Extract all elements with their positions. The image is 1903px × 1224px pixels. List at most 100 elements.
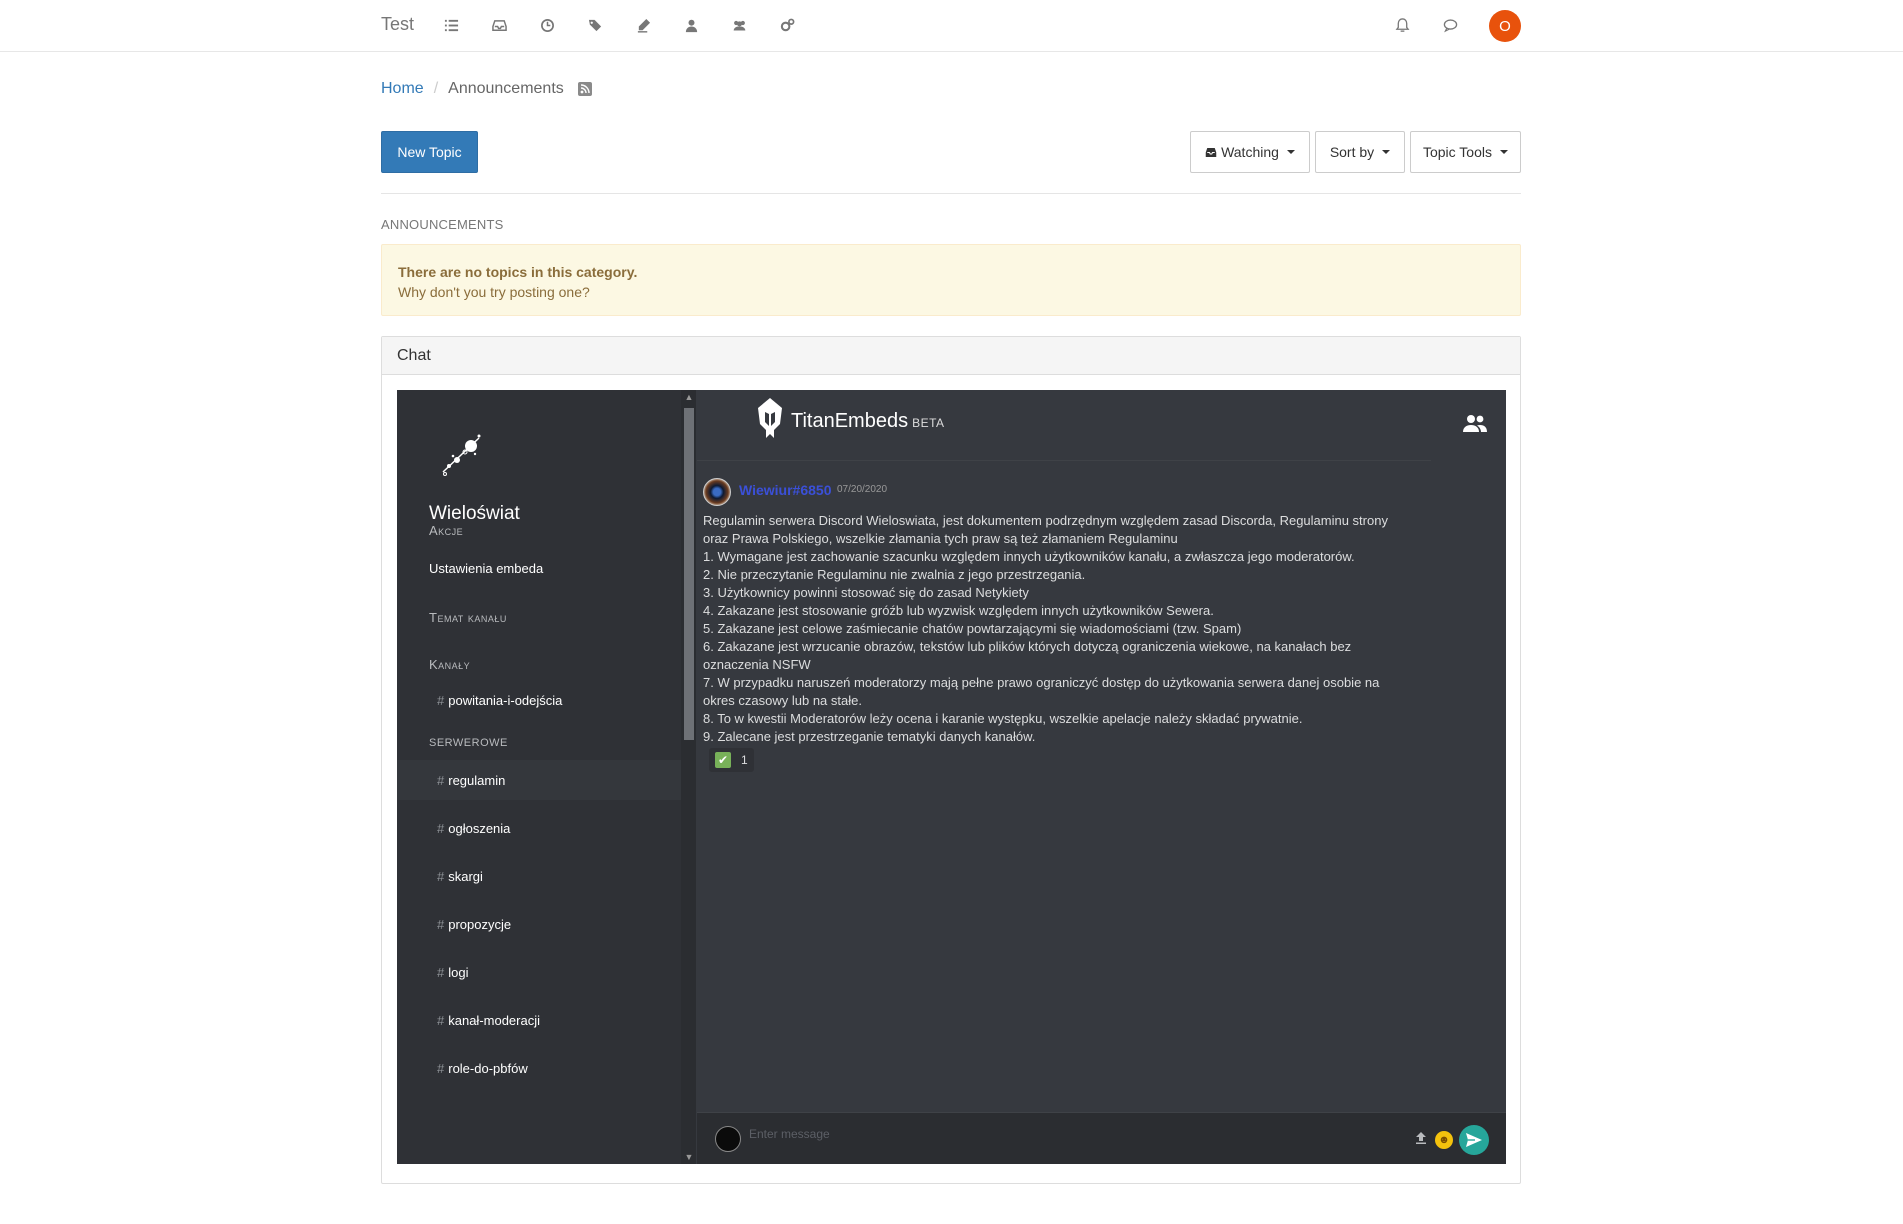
message-line: oraz Prawa Polskiego, wszelkie złamania …: [703, 531, 1178, 546]
channel-item-active[interactable]: # regulamin: [397, 760, 681, 800]
message-avatar[interactable]: [703, 478, 731, 506]
pencil-icon[interactable]: [634, 16, 652, 34]
user-icon[interactable]: [682, 16, 700, 34]
hash-icon: #: [437, 820, 445, 836]
breadcrumb-current: Announcements: [448, 80, 564, 97]
message-line: 7. W przypadku naruszeń moderatorzy mają…: [703, 675, 1380, 690]
caret-down-icon: [1286, 150, 1295, 154]
upload-icon[interactable]: [1414, 1131, 1428, 1145]
server-logo: [442, 434, 481, 476]
send-button[interactable]: [1459, 1125, 1489, 1155]
message-line: okres czasowy lub na stałe.: [703, 693, 862, 708]
channel-label: kanał-moderacji: [448, 1012, 540, 1028]
reaction-count: 1: [741, 753, 748, 767]
sort-by-label: Sort by: [1329, 144, 1375, 160]
members-icon[interactable]: [1463, 412, 1487, 434]
channel-label: regulamin: [448, 772, 506, 788]
message-line: 5. Zakazane jest celowe zaśmiecanie chat…: [703, 621, 1242, 636]
inbox-icon: [1205, 147, 1217, 157]
titan-embed-frame: Wieloświat Akcje Ustawienia embeda Temat…: [397, 390, 1506, 1164]
message-username[interactable]: Wiewiur#6850: [739, 482, 831, 498]
message-line: 4. Zakazane jest stosowanie gróźb lub wy…: [703, 603, 1214, 618]
scroll-down-icon[interactable]: ▼: [684, 1152, 694, 1162]
watching-label: Watching: [1221, 144, 1279, 160]
message-input[interactable]: [749, 1123, 1279, 1145]
channel-label: logi: [448, 964, 469, 980]
channel-label: powitania-i-odejścia: [448, 692, 563, 708]
scroll-up-icon[interactable]: ▲: [684, 392, 694, 402]
message-line: 9. Zalecane jest przestrzeganie tematyki…: [703, 729, 1036, 744]
inbox-icon[interactable]: [490, 16, 508, 34]
channel-topic-heading: Temat kanału: [429, 610, 507, 625]
new-topic-button[interactable]: New Topic: [381, 131, 478, 173]
watching-button[interactable]: Watching: [1190, 131, 1310, 173]
hash-icon: #: [437, 1012, 445, 1028]
gears-icon[interactable]: [778, 16, 796, 34]
message-line: 2. Nie przeczytanie Regulaminu nie zwaln…: [703, 567, 1086, 582]
send-icon: [1466, 1133, 1482, 1147]
titan-helmet-icon: [758, 398, 782, 438]
tags-icon[interactable]: [586, 16, 604, 34]
rss-icon[interactable]: [577, 82, 592, 96]
breadcrumb-separator: /: [433, 80, 439, 97]
channel-label: role-do-pbfów: [448, 1060, 528, 1076]
titan-brand: TitanEmbeds BETA: [791, 410, 945, 433]
scroll-thumb[interactable]: [684, 408, 694, 740]
actions-heading: Akcje: [429, 523, 464, 538]
topic-tools-button[interactable]: Topic Tools: [1410, 131, 1521, 173]
breadcrumb-home[interactable]: Home: [381, 80, 424, 98]
channel-item[interactable]: # role-do-pbfów: [397, 1048, 681, 1088]
chat-main-area: TitanEmbeds BETA Wiewiur#6850 07/20/2020 …: [697, 390, 1506, 1164]
category-heading: SERWEROWE: [429, 737, 508, 749]
hash-icon: #: [437, 772, 445, 788]
bell-icon[interactable]: [1393, 16, 1411, 34]
embed-settings-link[interactable]: Ustawienia embeda: [429, 561, 543, 576]
chat-panel-heading: Chat: [382, 337, 1520, 375]
emoji-icon[interactable]: ☻: [1435, 1131, 1453, 1149]
message-line: 3. Użytkownicy powinni stosować się do z…: [703, 585, 1029, 600]
hash-icon: #: [437, 868, 445, 884]
server-sidebar: Wieloświat Akcje Ustawienia embeda Temat…: [397, 390, 681, 1164]
message-composer: ☻: [697, 1112, 1506, 1164]
server-name: Wieloświat: [429, 503, 520, 524]
chat-icon[interactable]: [1441, 16, 1459, 34]
alert-text: Why don't you try posting one?: [398, 284, 590, 300]
channel-item[interactable]: # ogłoszenia: [397, 808, 681, 848]
channel-item[interactable]: # propozycje: [397, 904, 681, 944]
message-line: 6. Zakazane jest wrzucanie obrazów, teks…: [703, 639, 1352, 654]
titan-header: TitanEmbeds BETA: [697, 390, 1506, 460]
sort-by-button[interactable]: Sort by: [1315, 131, 1405, 173]
header-divider: [697, 460, 1431, 461]
hash-icon: #: [437, 916, 445, 932]
hash-icon: #: [437, 964, 445, 980]
message-line: 8. To w kwestii Moderatorów leży ocena i…: [703, 711, 1303, 726]
breadcrumb: Home / Announcements: [381, 80, 592, 98]
clock-icon[interactable]: [538, 16, 556, 34]
check-mark-icon: ✔: [715, 752, 731, 768]
channel-item[interactable]: # skargi: [397, 856, 681, 896]
channel-item[interactable]: # kanał-moderacji: [397, 1000, 681, 1040]
category-label: ANNOUNCEMENTS: [381, 217, 504, 232]
channel-item[interactable]: # logi: [397, 952, 681, 992]
channels-heading: Kanały: [429, 657, 471, 672]
brand-title[interactable]: Test: [381, 14, 414, 35]
divider: [381, 193, 1521, 194]
hash-icon: #: [437, 692, 445, 708]
users-icon[interactable]: [730, 16, 748, 34]
message-line: Regulamin serwera Discord Wieloswiata, j…: [703, 513, 1388, 528]
caret-down-icon: [1500, 150, 1508, 154]
titan-brand-tag: BETA: [912, 416, 945, 430]
titan-brand-name: TitanEmbeds: [791, 410, 909, 432]
channel-item[interactable]: # powitania-i-odejścia: [397, 680, 681, 720]
no-topics-alert: There are no topics in this category. Wh…: [381, 244, 1521, 316]
caret-down-icon: [1382, 150, 1391, 154]
list-icon[interactable]: [442, 16, 460, 34]
reaction-badge[interactable]: ✔ 1: [709, 748, 754, 772]
message-line: 1. Wymagane jest zachowanie szacunku wzg…: [703, 549, 1355, 564]
topic-tools-label: Topic Tools: [1422, 144, 1492, 160]
hash-icon: #: [437, 1060, 445, 1076]
user-avatar[interactable]: O: [1489, 10, 1521, 42]
message-timestamp: 07/20/2020: [837, 484, 888, 495]
sidebar-scrollbar[interactable]: ▲ ▼: [681, 390, 696, 1164]
composer-avatar[interactable]: [715, 1126, 741, 1152]
